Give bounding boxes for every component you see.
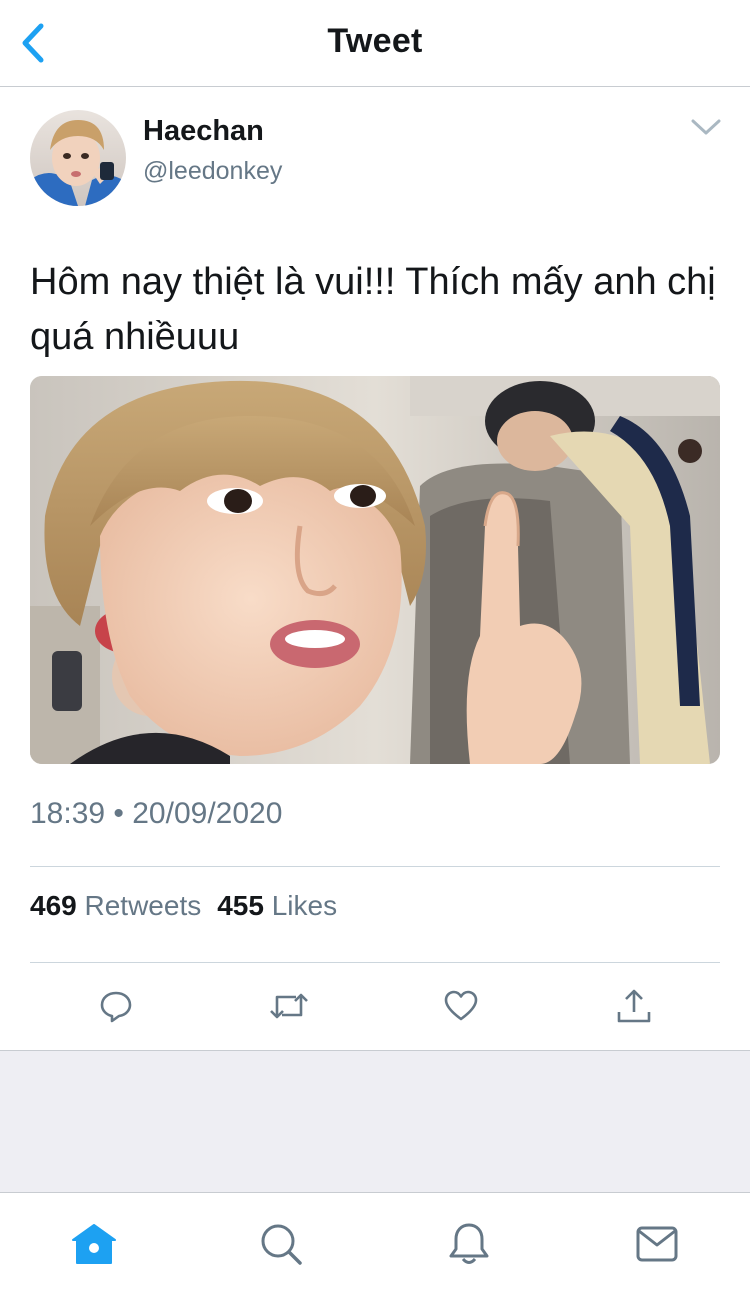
tweet-timestamp: 18:39 • 20/09/2020 (30, 797, 283, 830)
notifications-icon (449, 1223, 489, 1264)
tab-search[interactable] (256, 1219, 306, 1269)
tweet-media[interactable] (30, 376, 720, 764)
search-icon (261, 1224, 302, 1265)
messages-icon (636, 1226, 678, 1262)
tweet-actions (0, 980, 750, 1032)
avatar[interactable] (30, 110, 126, 206)
likes-count: 455 (217, 890, 264, 921)
avatar-image (30, 110, 126, 206)
retweet-icon (270, 993, 308, 1019)
tweet-detail-screen: Tweet Haechan @leedonkey Hôm nay thiệt l… (0, 0, 750, 1292)
author-name[interactable]: Haechan (143, 115, 264, 148)
heart-icon (444, 990, 478, 1021)
tweet-stats: 469 Retweets 455 Likes (30, 890, 337, 922)
tab-bar (0, 1192, 750, 1292)
divider (30, 866, 720, 867)
tab-messages[interactable] (632, 1219, 682, 1269)
empty-area (0, 1050, 750, 1192)
reply-button[interactable] (90, 980, 142, 1032)
retweet-button[interactable] (263, 980, 315, 1032)
more-options-button[interactable] (686, 112, 726, 142)
retweets-stat[interactable]: 469 Retweets (30, 890, 201, 921)
chevron-down-icon (691, 119, 721, 135)
likes-label: Likes (271, 890, 338, 921)
tab-home[interactable] (69, 1219, 119, 1269)
author-handle[interactable]: @leedonkey (143, 157, 282, 186)
reply-icon (100, 991, 132, 1023)
likes-stat[interactable]: 455 Likes (217, 890, 337, 921)
home-icon (72, 1224, 116, 1264)
tab-notifications[interactable] (444, 1219, 494, 1269)
navigation-bar: Tweet (0, 0, 750, 87)
retweets-label: Retweets (84, 890, 202, 921)
share-icon (617, 989, 651, 1023)
tweet-photo (30, 376, 720, 764)
tweet-text: Hôm nay thiệt là vui!!! Thích mấy anh ch… (30, 261, 716, 358)
share-button[interactable] (608, 980, 660, 1032)
retweets-count: 469 (30, 890, 77, 921)
page-title: Tweet (327, 22, 423, 60)
like-button[interactable] (435, 980, 487, 1032)
divider (30, 962, 720, 963)
